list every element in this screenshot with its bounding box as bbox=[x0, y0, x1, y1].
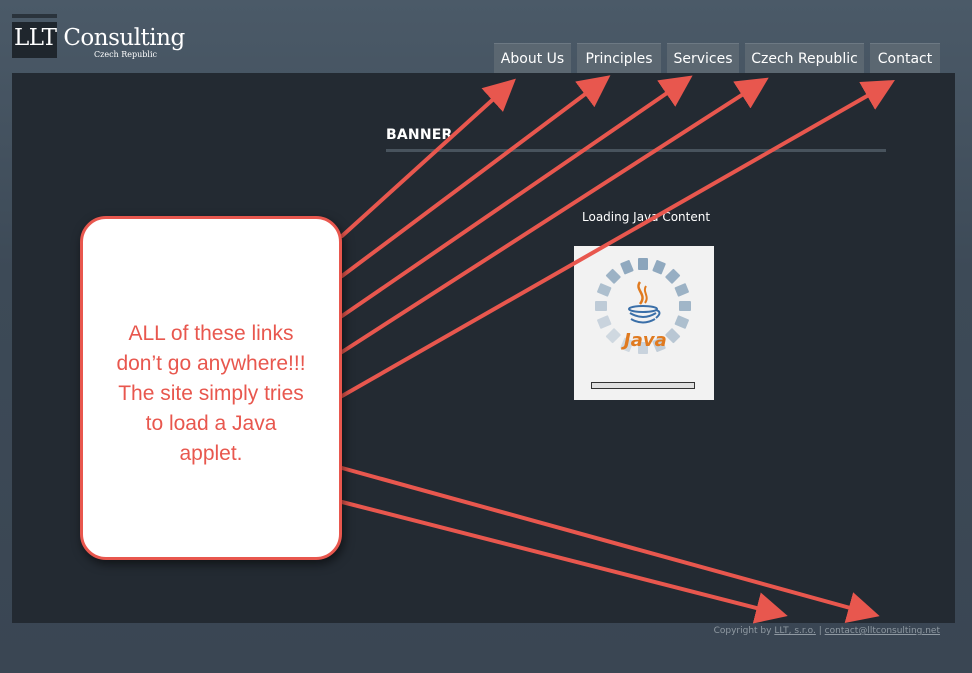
tab-about-us[interactable]: About Us bbox=[494, 43, 571, 73]
banner-divider bbox=[386, 149, 886, 152]
callout-line: to load a Java bbox=[145, 412, 277, 435]
callout-line: don’t go anywhere!!! bbox=[116, 352, 306, 375]
applet-progress-bar bbox=[591, 382, 695, 389]
main-nav: About Us Principles Services Czech Repub… bbox=[0, 43, 972, 73]
callout-line: The site simply tries bbox=[118, 382, 304, 405]
java-applet[interactable]: Java bbox=[574, 246, 714, 400]
callout-line: applet. bbox=[179, 442, 243, 465]
tab-services[interactable]: Services bbox=[667, 43, 739, 73]
callout-text: ALL of these links don’t go anywhere!!! … bbox=[83, 319, 339, 469]
banner-title: BANNER bbox=[386, 127, 453, 143]
company-link[interactable]: LLT, s.r.o. bbox=[774, 626, 816, 636]
java-cup-icon bbox=[628, 281, 661, 324]
email-link[interactable]: contact@lltconsulting.net bbox=[825, 626, 940, 636]
callout-line: ALL of these links bbox=[128, 322, 294, 345]
tab-czech-republic[interactable]: Czech Republic bbox=[745, 43, 864, 73]
tab-principles[interactable]: Principles bbox=[577, 43, 661, 73]
footer: Copyright by LLT, s.r.o. | contact@lltco… bbox=[714, 626, 940, 636]
applet-loading-text: Loading Java Content bbox=[582, 210, 711, 224]
copyright-text: Copyright by bbox=[713, 626, 772, 636]
tab-contact[interactable]: Contact bbox=[870, 43, 940, 73]
loading-spinner-icon bbox=[595, 258, 691, 354]
annotation-callout: ALL of these links don’t go anywhere!!! … bbox=[80, 216, 342, 560]
logo-bar bbox=[12, 14, 57, 18]
java-logo-text: Java bbox=[624, 330, 667, 351]
footer-separator: | bbox=[818, 626, 822, 636]
